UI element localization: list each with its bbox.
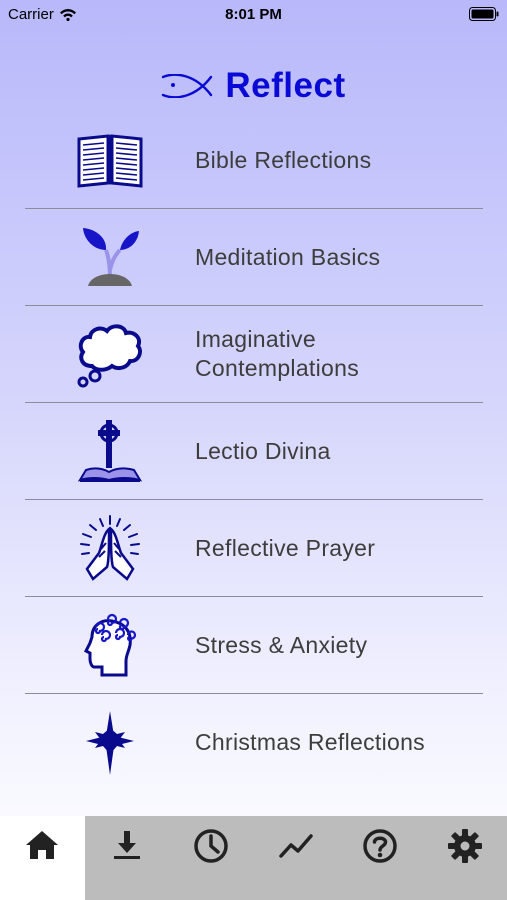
thought-bubble-icon <box>25 320 195 388</box>
reflection-menu: Bible Reflections Meditation Basics Imag… <box>25 112 483 791</box>
status-bar: Carrier 8:01 PM <box>0 0 507 28</box>
app-header: Reflect <box>0 66 507 106</box>
menu-item-label: Christmas Reflections <box>195 729 425 755</box>
menu-item-imaginative-contemplations[interactable]: Imaginative Contemplations <box>25 306 483 403</box>
help-icon <box>363 829 397 863</box>
cross-on-book-icon <box>25 418 195 484</box>
tab-progress[interactable] <box>254 816 339 900</box>
praying-hands-icon <box>25 515 195 581</box>
menu-item-reflective-prayer[interactable]: Reflective Prayer <box>25 500 483 597</box>
menu-item-bible-reflections[interactable]: Bible Reflections <box>25 112 483 209</box>
trend-icon <box>279 834 313 858</box>
tab-home[interactable] <box>0 816 85 900</box>
status-time: 8:01 PM <box>225 6 282 23</box>
open-bible-icon <box>25 131 195 189</box>
menu-item-label: Imaginative Contemplations <box>195 326 360 381</box>
tab-bar <box>0 816 507 900</box>
menu-item-label: Stress & Anxiety <box>195 631 368 658</box>
tab-downloads[interactable] <box>85 816 170 900</box>
menu-item-stress-anxiety[interactable]: Stress & Anxiety <box>25 597 483 694</box>
menu-item-meditation-basics[interactable]: Meditation Basics <box>25 209 483 306</box>
menu-item-christmas-reflections[interactable]: Christmas Reflections <box>25 694 483 791</box>
gear-icon <box>447 829 482 863</box>
menu-item-label: Reflective Prayer <box>195 534 376 561</box>
download-icon <box>113 831 140 859</box>
menu-item-label: Meditation Basics <box>195 243 381 270</box>
tab-help[interactable] <box>338 816 423 900</box>
app-title: Reflect <box>225 66 346 105</box>
tab-settings[interactable] <box>423 816 507 900</box>
ichthys-fish-icon <box>162 74 213 98</box>
head-spirals-icon <box>25 611 195 679</box>
menu-item-label: Bible Reflections <box>195 146 372 173</box>
tab-history[interactable] <box>169 816 254 900</box>
menu-item-label: Lectio Divina <box>195 437 331 464</box>
home-icon <box>26 831 59 859</box>
star-icon <box>25 710 195 776</box>
clock-icon <box>194 829 228 863</box>
menu-item-lectio-divina[interactable]: Lectio Divina <box>25 403 483 500</box>
sprout-icon <box>25 226 195 288</box>
battery-icon <box>469 7 499 21</box>
